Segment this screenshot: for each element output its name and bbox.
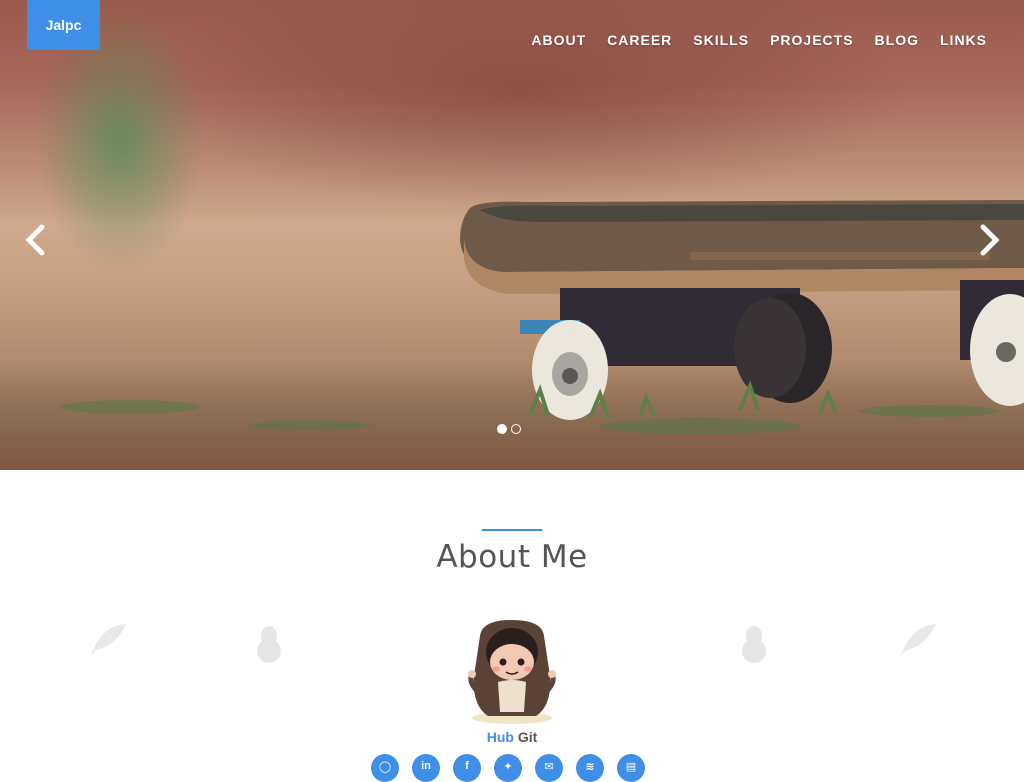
resume-icon: ▤ bbox=[625, 761, 637, 773]
carousel-next-button[interactable] bbox=[975, 222, 1005, 258]
nav-item-about[interactable]: ABOUT bbox=[531, 32, 586, 48]
email-link-button[interactable]: ✉ bbox=[535, 754, 563, 782]
profile-hub-word: Hub bbox=[486, 729, 514, 745]
carousel-indicator-dot[interactable] bbox=[497, 424, 507, 434]
section-divider bbox=[482, 529, 542, 531]
avatar bbox=[468, 620, 556, 724]
carousel-indicator-dot[interactable] bbox=[511, 424, 521, 434]
grass-patch bbox=[60, 400, 200, 414]
social-links: ◯ in f ✦ ✉ ≋ ▤ bbox=[371, 754, 645, 782]
nav-item-career[interactable]: CAREER bbox=[607, 32, 672, 48]
carousel-prev-button[interactable] bbox=[20, 222, 50, 258]
linux-penguin-icon bbox=[257, 626, 281, 663]
facebook-link-button[interactable]: f bbox=[453, 754, 481, 782]
feather-icon bbox=[900, 624, 936, 656]
facebook-icon: f bbox=[465, 760, 469, 772]
linkedin-link-button[interactable]: in bbox=[412, 754, 440, 782]
skateboard-image bbox=[460, 200, 1024, 420]
twitter-icon: ✦ bbox=[503, 761, 513, 773]
linux-penguin-icon bbox=[742, 626, 766, 663]
linkedin-icon: in bbox=[421, 760, 431, 772]
hero-carousel: Jalpc ABOUT CAREER SKILLS PROJECTS BLOG … bbox=[0, 0, 1024, 470]
email-icon: ✉ bbox=[544, 761, 554, 773]
profile-name: Hub Git bbox=[0, 729, 1024, 745]
grass-patch bbox=[250, 420, 370, 430]
brand-logo-button[interactable]: Jalpc bbox=[27, 0, 100, 50]
rss-icon: ≋ bbox=[585, 761, 595, 773]
section-title: About Me bbox=[436, 539, 588, 575]
resume-link-button[interactable]: ▤ bbox=[617, 754, 645, 782]
rss-link-button[interactable]: ≋ bbox=[576, 754, 604, 782]
nav-item-projects[interactable]: PROJECTS bbox=[770, 32, 853, 48]
github-link-button[interactable]: ◯ bbox=[371, 754, 399, 782]
nav-item-blog[interactable]: BLOG bbox=[875, 32, 919, 48]
carousel-indicators bbox=[497, 424, 521, 434]
nav-item-skills[interactable]: SKILLS bbox=[693, 32, 749, 48]
profile-git-word: Git bbox=[517, 729, 538, 745]
twitter-link-button[interactable]: ✦ bbox=[494, 754, 522, 782]
github-icon: ◯ bbox=[378, 761, 392, 773]
chevron-right-icon bbox=[980, 224, 1000, 256]
feather-icon bbox=[90, 624, 126, 656]
chevron-left-icon bbox=[25, 224, 45, 256]
nav-item-links[interactable]: LINKS bbox=[940, 32, 987, 48]
top-nav: ABOUT CAREER SKILLS PROJECTS BLOG LINKS bbox=[510, 32, 987, 48]
